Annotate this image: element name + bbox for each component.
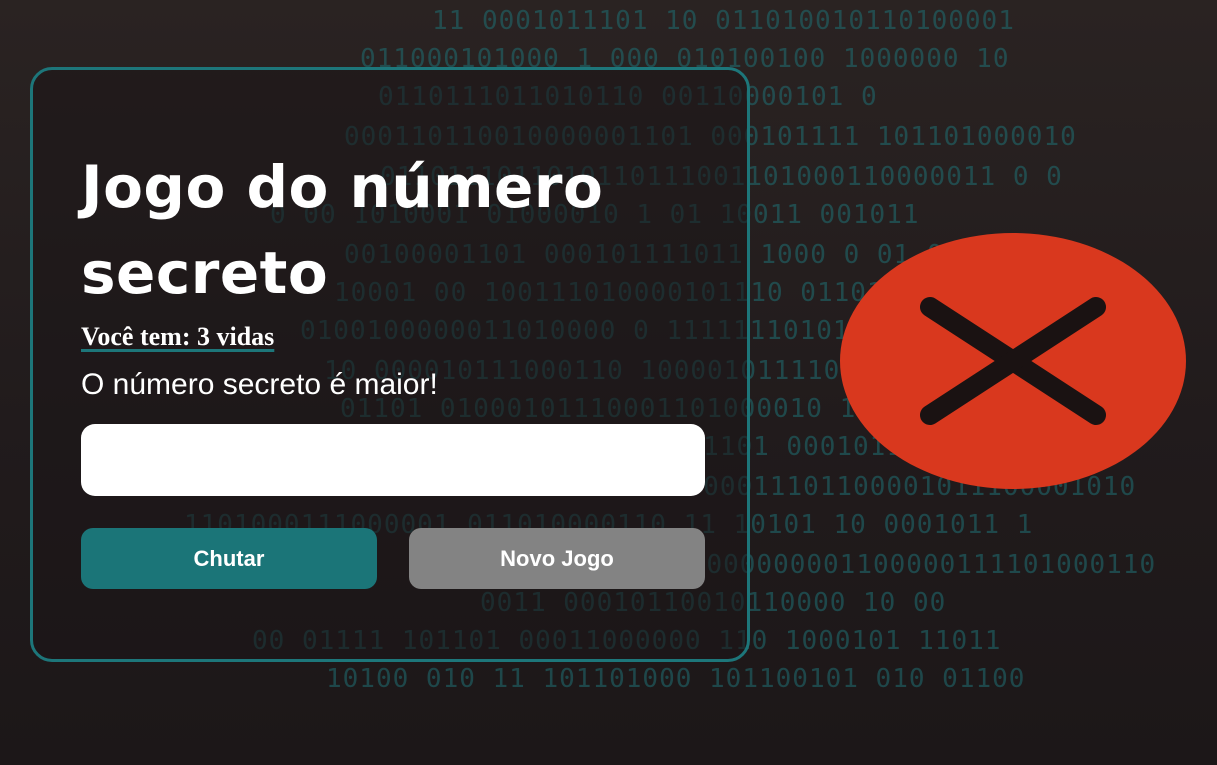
page-title: Jogo do número secreto — [81, 153, 604, 307]
game-card: Jogo do número secreto Você tem: 3 vidas… — [30, 67, 750, 662]
lives-counter: Você tem: 3 vidas — [81, 322, 275, 351]
binary-line: 10100 010 11 101101000 101100101 010 011… — [326, 664, 1026, 694]
wrong-answer-x-icon — [838, 231, 1188, 491]
guess-input[interactable] — [81, 424, 705, 496]
guess-button[interactable]: Chutar — [81, 528, 377, 589]
new-game-button[interactable]: Novo Jogo — [409, 528, 705, 589]
binary-line: 11 0001011101 10 011010010110100001 — [432, 6, 1015, 36]
hint-message: O número secreto é maior! — [81, 368, 438, 401]
